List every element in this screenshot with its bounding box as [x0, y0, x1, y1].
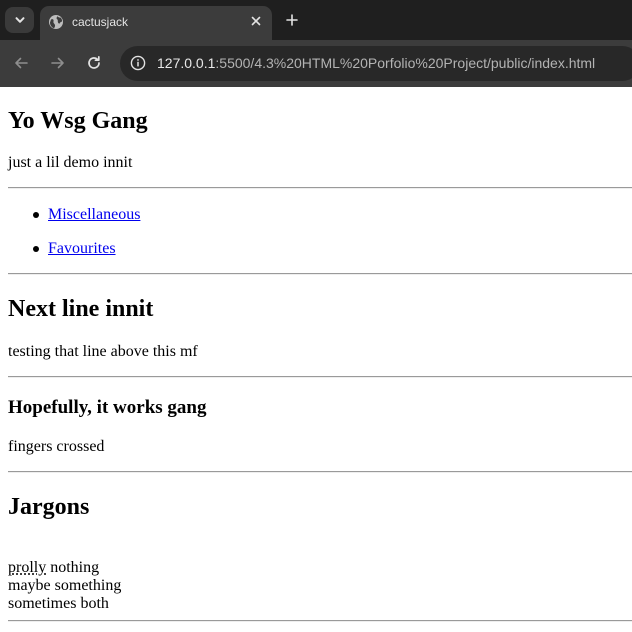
divider: [8, 273, 632, 275]
browser-chrome: cactusjack 127.0.0.1:5500/4.3%20HTML%20P…: [0, 0, 632, 87]
jargon-line: maybe something: [8, 577, 122, 594]
reload-icon: [88, 55, 100, 69]
address-bar[interactable]: 127.0.0.1:5500/4.3%20HTML%20Porfolio%20P…: [120, 46, 632, 81]
arrow-left-icon: [15, 57, 28, 69]
tab-close-button[interactable]: [247, 12, 265, 30]
info-icon: [130, 55, 146, 71]
page-subtitle: just a lil demo innit: [8, 154, 133, 171]
url-text: 127.0.0.1:5500/4.3%20HTML%20Porfolio%20P…: [157, 55, 595, 72]
tab-title: cactusjack: [72, 15, 129, 29]
arrow-right-icon: [51, 57, 64, 69]
browser-tab[interactable]: cactusjack: [40, 6, 272, 40]
page-content: Yo Wsg Gang just a lil demo innit Miscel…: [0, 87, 632, 632]
nav-link-favourites[interactable]: Favourites: [48, 240, 116, 258]
nav-link-miscellaneous[interactable]: Miscellaneous: [48, 206, 140, 224]
divider: [8, 376, 632, 378]
divider: [8, 187, 632, 189]
jargon-line: prolly nothing: [8, 559, 99, 577]
section-heading: Hopefully, it works gang: [8, 397, 207, 418]
chevron-down-icon: [15, 17, 24, 23]
tab-strip: cactusjack: [0, 0, 632, 40]
plus-icon: [286, 14, 298, 26]
list-bullet: [33, 212, 39, 218]
divider: [8, 471, 632, 473]
jargon-text: nothing: [46, 559, 100, 576]
site-info-button[interactable]: [128, 53, 148, 73]
page-title: Yo Wsg Gang: [8, 108, 148, 134]
browser-toolbar: 127.0.0.1:5500/4.3%20HTML%20Porfolio%20P…: [0, 40, 632, 87]
close-icon: [251, 16, 261, 26]
forward-button[interactable]: [47, 52, 69, 74]
jargon-abbreviation: prolly: [8, 559, 47, 576]
list-bullet: [33, 246, 39, 252]
url-host: 127.0.0.1: [157, 55, 216, 71]
url-path: :5500/4.3%20HTML%20Porfolio%20Project/pu…: [215, 55, 596, 71]
section-text: fingers crossed: [8, 438, 105, 455]
divider: [8, 620, 632, 622]
section-heading: Jargons: [8, 494, 90, 520]
reload-button[interactable]: [83, 52, 105, 74]
jargon-line: sometimes both: [8, 595, 109, 612]
back-button[interactable]: [10, 52, 32, 74]
section-text: testing that line above this mf: [8, 343, 198, 360]
globe-icon: [49, 15, 63, 29]
new-tab-button[interactable]: [282, 10, 302, 30]
section-heading: Next line innit: [8, 296, 154, 322]
tab-search-button[interactable]: [5, 7, 34, 33]
